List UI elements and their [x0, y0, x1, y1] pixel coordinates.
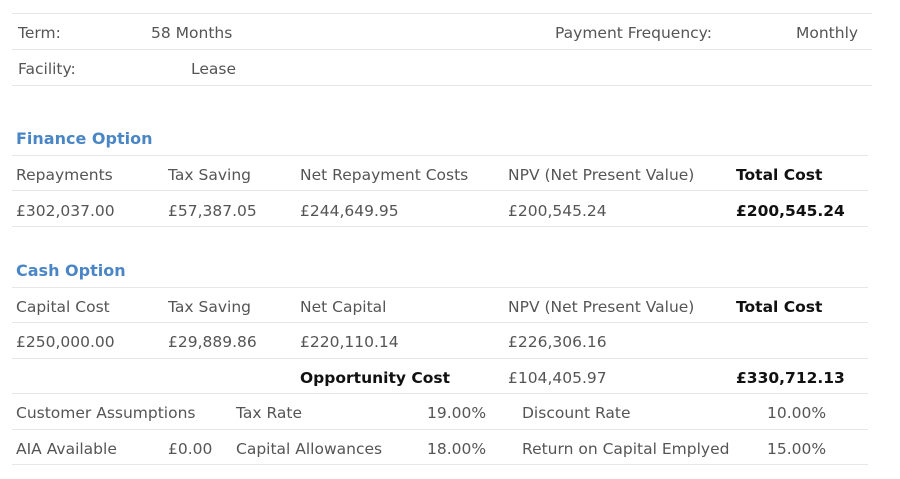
term-value: 58 Months: [151, 24, 233, 42]
term-label: Term:: [18, 24, 61, 42]
divider: [12, 85, 872, 86]
opportunity-total-value: £330,712.13: [736, 369, 845, 387]
roce-label: Return on Capital Emplyed: [522, 440, 730, 458]
roce-value: 15.00%: [767, 440, 827, 458]
header-tax-saving: Tax Saving: [168, 298, 251, 316]
opportunity-cost-row: Opportunity Cost £104,405.97 £330,712.13: [0, 360, 900, 396]
opportunity-cost-label: Opportunity Cost: [300, 369, 451, 387]
capital-allowances-label: Capital Allowances: [236, 440, 383, 458]
divider: [12, 464, 868, 465]
facility-value: Lease: [191, 60, 237, 78]
divider: [12, 49, 872, 50]
total-cost-value: £200,545.24: [736, 202, 845, 220]
finance-option-title: Finance Option: [16, 129, 153, 148]
net-repayment-costs-value: £244,649.95: [300, 202, 399, 220]
cash-option-title: Cash Option: [16, 261, 126, 280]
header-npv: NPV (Net Present Value): [508, 166, 695, 184]
header-net-capital: Net Capital: [300, 298, 387, 316]
header-total-cost: Total Cost: [736, 166, 823, 184]
net-capital-value: £220,110.14: [300, 333, 399, 351]
term-row: Term: 58 Months Payment Frequency: Month…: [0, 15, 900, 51]
finance-header-row: Repayments Tax Saving Net Repayment Cost…: [0, 157, 900, 193]
payment-frequency-label: Payment Frequency:: [555, 24, 712, 42]
discount-rate-value: 10.00%: [767, 404, 827, 422]
facility-label: Facility:: [18, 60, 76, 78]
aia-available-label: AIA Available: [16, 440, 117, 458]
finance-values-row: £302,037.00 £57,387.05 £244,649.95 £200,…: [0, 193, 900, 229]
divider: [12, 190, 868, 191]
npv-value: £200,545.24: [508, 202, 607, 220]
aia-available-value: £0.00: [168, 440, 213, 458]
divider: [12, 322, 868, 323]
header-capital-cost: Capital Cost: [16, 298, 110, 316]
divider: [12, 393, 868, 394]
divider: [12, 226, 868, 227]
capital-allowances-value: 18.00%: [427, 440, 487, 458]
divider: [12, 358, 868, 359]
divider: [12, 13, 872, 14]
tax-saving-value: £29,889.86: [168, 333, 257, 351]
header-net-repayment-costs: Net Repayment Costs: [300, 166, 469, 184]
tax-saving-value: £57,387.05: [168, 202, 257, 220]
payment-frequency-value: Monthly: [796, 24, 859, 42]
divider: [12, 155, 868, 156]
tax-rate-value: 19.00%: [427, 404, 487, 422]
customer-assumptions-label: Customer Assumptions: [16, 404, 196, 422]
discount-rate-label: Discount Rate: [522, 404, 631, 422]
divider: [12, 429, 868, 430]
assumptions-row-2: AIA Available £0.00 Capital Allowances 1…: [0, 431, 900, 467]
header-npv: NPV (Net Present Value): [508, 298, 695, 316]
tax-rate-label: Tax Rate: [236, 404, 303, 422]
npv-value: £226,306.16: [508, 333, 607, 351]
repayments-value: £302,037.00: [16, 202, 115, 220]
header-total-cost: Total Cost: [736, 298, 823, 316]
cash-values-row: £250,000.00 £29,889.86 £220,110.14 £226,…: [0, 324, 900, 360]
divider: [12, 287, 868, 288]
assumptions-row-1: Customer Assumptions Tax Rate 19.00% Dis…: [0, 395, 900, 431]
header-tax-saving: Tax Saving: [168, 166, 251, 184]
header-repayments: Repayments: [16, 166, 113, 184]
opportunity-cost-value: £104,405.97: [508, 369, 607, 387]
cash-header-row: Capital Cost Tax Saving Net Capital NPV …: [0, 289, 900, 325]
capital-cost-value: £250,000.00: [16, 333, 115, 351]
facility-row: Facility: Lease: [0, 51, 900, 87]
